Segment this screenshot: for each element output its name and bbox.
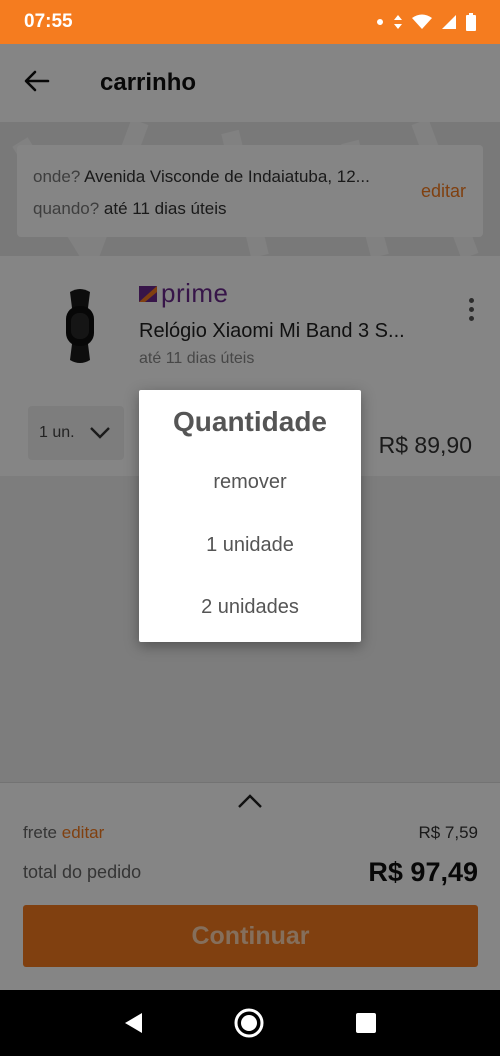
triangle-back-icon	[125, 1013, 142, 1033]
cell-signal-icon	[441, 14, 457, 30]
quantity-dialog: Quantidade remover 1 unidade 2 unidades	[139, 390, 361, 642]
square-recents-icon	[356, 1013, 376, 1033]
option-1-unit[interactable]: 1 unidade	[139, 520, 361, 570]
circle-home-icon	[234, 1008, 264, 1038]
status-bar: 07:55	[0, 0, 500, 44]
status-icons	[376, 13, 476, 31]
option-2-units[interactable]: 2 unidades	[139, 582, 361, 632]
dot-icon	[376, 18, 384, 26]
status-time: 07:55	[24, 11, 73, 32]
nav-home-button[interactable]	[233, 1007, 265, 1039]
system-nav-bar	[0, 990, 500, 1056]
nav-recents-button[interactable]	[355, 1012, 377, 1034]
nav-back-button[interactable]	[123, 1012, 143, 1034]
option-remove[interactable]: remover	[139, 457, 361, 507]
dialog-title: Quantidade	[172, 406, 327, 437]
battery-icon	[466, 13, 476, 31]
data-arrows-icon	[393, 14, 403, 30]
wifi-icon	[412, 14, 432, 30]
